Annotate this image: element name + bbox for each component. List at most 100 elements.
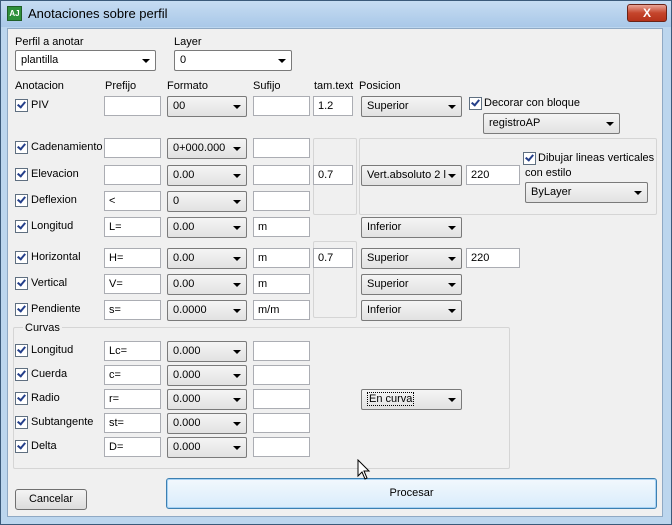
chevron-down-icon [634,191,642,195]
pendiente-prefijo-input[interactable]: s= [104,300,161,320]
piv-prefijo-input[interactable] [104,96,161,116]
group1-tam-input[interactable]: 0.7 [313,165,353,185]
vertical-formato-dropdown[interactable]: 0.00 [167,274,247,295]
header-sufijo: Sufijo [253,80,281,92]
chevron-down-icon [233,350,241,354]
curva-radio-sufijo-input[interactable] [253,389,310,409]
vertical-sufijo-input[interactable]: m [253,274,310,294]
chevron-down-icon [233,398,241,402]
cancelar-button[interactable]: Cancelar [15,489,87,510]
curva-longitud-checkbox[interactable] [15,344,28,357]
longitud-formato-value: 0.00 [173,221,195,233]
elevacion-sufijo-input[interactable] [253,165,310,185]
pendiente-sufijo-input[interactable]: m/m [253,300,310,320]
curvas-posicion-dropdown[interactable]: En curva [361,389,462,410]
longitud-prefijo-input[interactable]: L= [104,217,161,237]
cadenamiento-formato-dropdown[interactable]: 0+000.000 [167,138,247,159]
pendiente-posicion-dropdown[interactable]: Inferior [361,300,462,321]
curva-longitud-prefijo-input[interactable]: Lc= [104,341,161,361]
curva-delta-prefijo-input[interactable]: D= [104,437,161,457]
horizontal-formato-dropdown[interactable]: 0.00 [167,248,247,269]
longitud-checkbox[interactable] [15,220,28,233]
check-icon [17,440,26,450]
horizontal-value-input[interactable]: 220 [466,248,520,268]
header-posicion: Posicion [359,80,401,92]
decorar-bloque-value: registroAP [489,117,541,129]
group2-tam-input[interactable]: 0.7 [313,248,353,268]
chevron-down-icon [448,283,456,287]
curva-subtangente-formato-dropdown[interactable]: 0.000 [167,413,247,434]
curva-delta-formato-dropdown[interactable]: 0.000 [167,437,247,458]
check-icon [17,368,26,378]
cadenamiento-sufijo-input[interactable] [253,138,310,158]
longitud-posicion-value: Inferior [367,221,402,233]
deflexion-checkbox[interactable] [15,194,28,207]
dibujar-label-line1: Dibujar lineas verticales [538,152,655,164]
chevron-down-icon [233,257,241,261]
vertical-checkbox[interactable] [15,277,28,290]
horizontal-posicion-dropdown[interactable]: Superior [361,248,462,269]
piv-formato-value: 00 [173,100,186,112]
curva-longitud-sufijo-input[interactable] [253,341,310,361]
curva-cuerda-formato-value: 0.000 [173,369,201,381]
curva-longitud-formato-dropdown[interactable]: 0.000 [167,341,247,362]
perfil-dropdown[interactable]: plantilla [15,50,156,71]
horizontal-sufijo-input[interactable]: m [253,248,310,268]
longitud-formato-dropdown[interactable]: 0.00 [167,217,247,238]
piv-sufijo-input[interactable] [253,96,310,116]
curva-cuerda-formato-dropdown[interactable]: 0.000 [167,365,247,386]
decorar-bloque-dropdown[interactable]: registroAP [483,113,620,134]
deflexion-formato-dropdown[interactable]: 0 [167,191,247,212]
curvas-title: Curvas [23,322,62,334]
vertical-prefijo-input[interactable]: V= [104,274,161,294]
layer-value: 0 [180,54,187,66]
layer-dropdown[interactable]: 0 [174,50,292,71]
horizontal-checkbox[interactable] [15,251,28,264]
cadenamiento-prefijo-input[interactable] [104,138,161,158]
curva-radio-checkbox[interactable] [15,392,28,405]
pendiente-label: Pendiente [31,303,81,315]
dibujar-estilo-dropdown[interactable]: ByLayer [525,182,648,203]
deflexion-prefijo-input[interactable]: < [104,191,161,211]
piv-checkbox[interactable] [15,99,28,112]
check-icon [17,303,26,313]
curva-delta-checkbox[interactable] [15,440,28,453]
group1-value-input[interactable]: 220 [466,165,520,185]
curva-subtangente-prefijo-input[interactable]: st= [104,413,161,433]
longitud-posicion-dropdown[interactable]: Inferior [361,217,462,238]
curva-radio-formato-dropdown[interactable]: 0.000 [167,389,247,410]
deflexion-formato-value: 0 [173,195,180,207]
longitud-sufijo-input[interactable]: m [253,217,310,237]
elevacion-formato-dropdown[interactable]: 0.00 [167,165,247,186]
vertical-posicion-dropdown[interactable]: Superior [361,274,462,295]
curva-cuerda-sufijo-input[interactable] [253,365,310,385]
header-formato: Formato [167,80,208,92]
app-icon: AJ [7,6,22,21]
curva-delta-sufijo-input[interactable] [253,437,310,457]
curva-subtangente-sufijo-input[interactable] [253,413,310,433]
curva-cuerda-checkbox[interactable] [15,368,28,381]
dibujar-checkbox[interactable] [523,152,536,165]
group1-posicion-value: Vert.absoluto 2 l [367,169,446,181]
deflexion-sufijo-input[interactable] [253,191,310,211]
elevacion-prefijo-input[interactable] [104,165,161,185]
horizontal-formato-value: 0.00 [173,252,195,264]
cadenamiento-checkbox[interactable] [15,141,28,154]
decorar-checkbox[interactable] [469,97,482,110]
curva-radio-prefijo-input[interactable]: r= [104,389,161,409]
pendiente-checkbox[interactable] [15,303,28,316]
piv-posicion-dropdown[interactable]: Superior [361,96,462,117]
piv-tam-input[interactable]: 1.2 [313,96,353,116]
piv-formato-dropdown[interactable]: 00 [167,96,247,117]
elevacion-checkbox[interactable] [15,168,28,181]
elevacion-formato-value: 0.00 [173,169,195,181]
curva-cuerda-prefijo-input[interactable]: c= [104,365,161,385]
close-button[interactable]: X [627,4,667,22]
procesar-button[interactable]: Procesar [166,478,657,509]
group1-posicion-dropdown[interactable]: Vert.absoluto 2 l [361,165,462,186]
horizontal-prefijo-input[interactable]: H= [104,248,161,268]
curva-delta-label: Delta [31,440,57,452]
title-bar[interactable]: AJ Anotaciones sobre perfil X [1,1,671,27]
curva-subtangente-checkbox[interactable] [15,416,28,429]
pendiente-formato-dropdown[interactable]: 0.0000 [167,300,247,321]
